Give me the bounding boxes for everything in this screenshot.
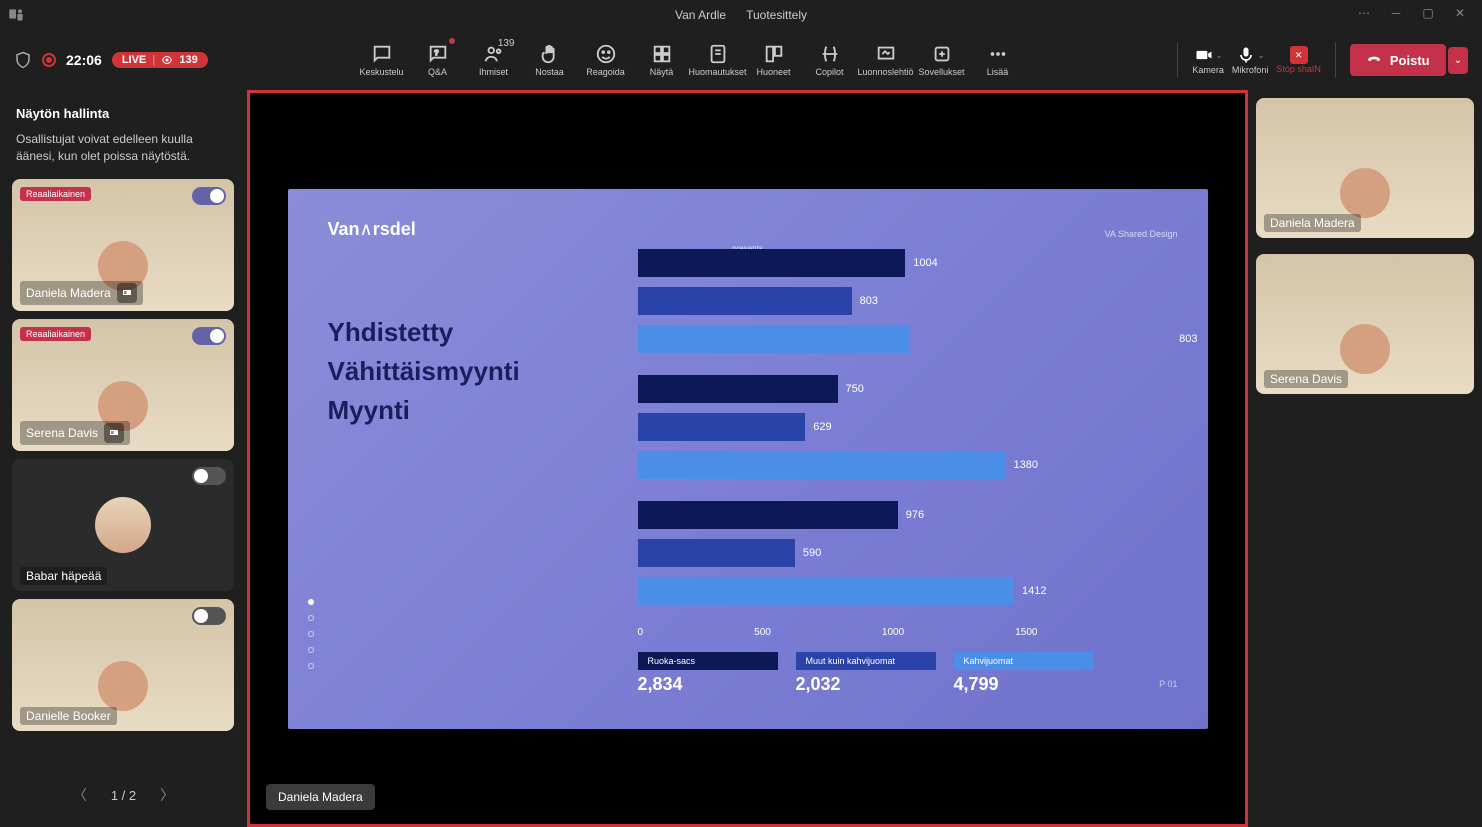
presentation-slide: VA Shared Design Van∧rsdel presents Yhdi… [288,189,1208,729]
notes-button[interactable]: Huomautukset [691,34,745,86]
org-name: Van Ardle [675,8,726,22]
raise-hand-button[interactable]: Nostaa [523,34,577,86]
participant-card[interactable]: Reaaliaikainen Serena Davis [12,319,234,451]
presenter-name-tag: Daniela Madera [266,784,375,810]
participant-toggle[interactable] [192,187,226,205]
shield-icon[interactable] [14,51,32,69]
pager-next[interactable]: 〉 [160,785,174,805]
pinned-participant-card[interactable]: Daniela Madera [1256,98,1474,238]
live-badge: Reaaliaikainen [20,187,91,201]
sidebar-description: Osallistujat voivat edelleen kuulla ääne… [16,131,231,165]
participant-name: Serena Davis [20,421,130,445]
bar-chart: 1004803803750629138097659014120500100015… [638,249,1168,695]
chat-button[interactable]: Keskustelu [355,34,409,86]
more-icon[interactable]: ⋯ [1354,6,1374,20]
minimize-icon[interactable]: ─ [1386,6,1406,20]
rooms-button[interactable]: Huoneet [747,34,801,86]
slide-watermark: VA Shared Design [1105,229,1178,239]
view-button[interactable]: Näytä [635,34,689,86]
participant-card[interactable]: Babar häpeää [12,459,234,591]
slide-logo: Van∧rsdel presents [328,219,1168,253]
live-indicator[interactable]: LIVE | 139 [112,52,208,68]
pager-label: 1 / 2 [111,788,136,803]
teams-logo-icon [8,6,24,22]
qa-button[interactable]: ? Q&A [411,34,465,86]
chevron-down-icon[interactable]: ⌄ [1216,51,1223,60]
pin-icon[interactable] [117,283,137,303]
participant-toggle[interactable] [192,607,226,625]
react-button[interactable]: Reagoida [579,34,633,86]
copilot-button[interactable]: Copilot [803,34,857,86]
meeting-toolbar: 22:06 LIVE | 139 Keskustelu ? Q&A 139 Ih… [0,30,1482,90]
slide-page-number: P 01 [1159,679,1177,689]
participant-name: Babar häpeää [20,567,107,585]
titlebar: Van Ardle Tuotesittely ⋯ ─ ▢ ✕ [0,0,1482,30]
whiteboard-button[interactable]: Luonnoslehtiö [859,34,913,86]
participant-name: Daniela Madera [20,281,143,305]
participant-toggle[interactable] [192,327,226,345]
svg-text:?: ? [434,48,438,57]
slide-indicator [308,599,314,669]
pager-prev[interactable]: 〈 [73,785,87,805]
participant-name: Danielle Booker [20,707,117,725]
participant-name: Serena Davis [1264,370,1348,388]
camera-toggle[interactable]: ⌄ Kamera [1192,45,1224,75]
maximize-icon[interactable]: ▢ [1418,6,1438,20]
apps-button[interactable]: Sovellukset [915,34,969,86]
participant-toggle[interactable] [192,467,226,485]
more-button[interactable]: Lisää [971,34,1025,86]
sidebar-title: Näytön hallinta [16,106,235,121]
meeting-name: Tuotesittely [746,8,807,22]
pin-icon[interactable] [104,423,124,443]
close-icon[interactable]: ✕ [1450,6,1470,20]
pinned-participants-panel: Daniela Madera Serena Davis [1248,90,1482,827]
participant-name: Daniela Madera [1264,214,1361,232]
pinned-participant-card[interactable]: Serena Davis [1256,254,1474,394]
notification-dot-icon [449,38,455,44]
leave-button[interactable]: Poistu [1350,44,1446,76]
people-button[interactable]: 139 Ihmiset [467,34,521,86]
mic-toggle[interactable]: ⌄ Mikrofoni [1232,45,1269,75]
participant-card[interactable]: Reaaliaikainen Daniela Madera [12,179,234,311]
screen-control-sidebar: Näytön hallinta Osallistujat voivat edel… [0,90,247,827]
live-badge: Reaaliaikainen [20,327,91,341]
record-icon[interactable] [42,53,56,67]
participant-pager: 〈 1 / 2 〉 [12,773,235,817]
leave-dropdown[interactable]: ⌄ [1448,47,1468,74]
participant-card[interactable]: Danielle Booker [12,599,234,731]
meeting-timer: 22:06 [66,52,102,68]
chevron-down-icon[interactable]: ⌄ [1258,51,1265,60]
shared-screen-stage: VA Shared Design Van∧rsdel presents Yhdi… [247,90,1248,827]
stop-sharing-button[interactable]: ✕ Stop shaIN [1276,46,1321,74]
